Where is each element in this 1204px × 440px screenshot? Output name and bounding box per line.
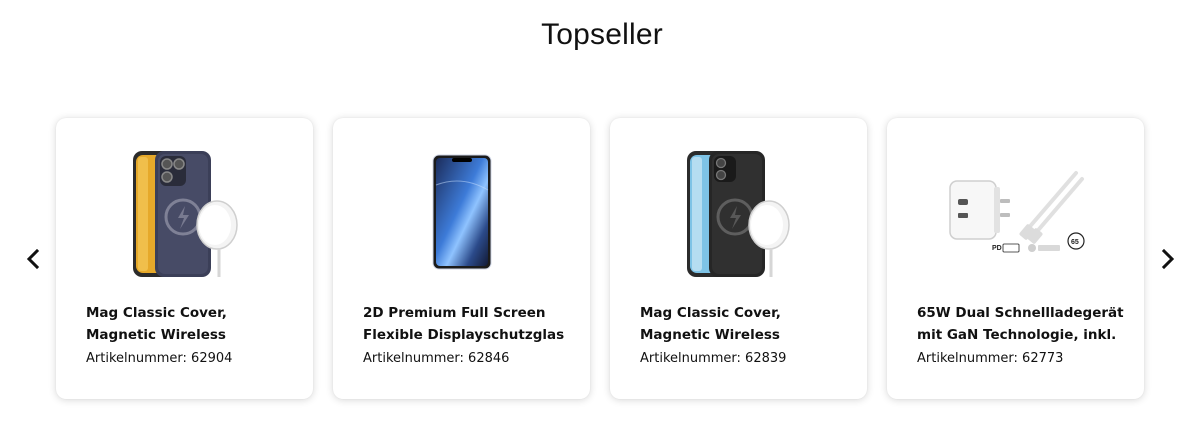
product-image [56,142,313,288]
product-card[interactable]: Mag Classic Cover, Magnetic Wireless Art… [610,118,867,399]
screen-protector-image [432,154,491,270]
pd-badge-text: PD [992,245,1002,252]
section-title: Topseller [541,18,663,51]
product-name-line1: Mag Classic Cover, [640,305,781,321]
product-image [610,142,867,288]
chevron-left-icon [26,248,40,270]
charger-image: PD 65 [948,171,1085,253]
product-card[interactable]: 2D Premium Full Screen Flexible Displays… [333,118,590,399]
product-name-line2: Magnetic Wireless [86,327,226,343]
product-sku: Artikelnummer: 62904 [86,351,233,366]
product-sku: Artikelnummer: 62846 [363,351,510,366]
phone-case-image [132,151,238,277]
product-name-line2: Flexible Displayschutzglas [363,327,565,343]
product-image: PD 65 [887,142,1144,288]
product-name-line2: Magnetic Wireless [640,327,780,343]
watt-badge-text: 65 [1071,239,1079,246]
product-card[interactable]: PD 65 65W Dual Schnellladegerät mit GaN … [887,118,1144,399]
product-name-line1: 65W Dual Schnellladegerät [917,305,1124,321]
chevron-right-icon [1161,248,1175,270]
product-name-line1: Mag Classic Cover, [86,305,227,321]
product-name-line2: mit GaN Technologie, inkl. [917,327,1117,343]
product-name-line1: 2D Premium Full Screen [363,305,546,321]
product-sku: Artikelnummer: 62773 [917,351,1064,366]
carousel-prev-button[interactable] [18,244,48,274]
product-card[interactable]: Mag Classic Cover, Magnetic Wireless Art… [56,118,313,399]
product-carousel: Mag Classic Cover, Magnetic Wireless Art… [56,118,1144,399]
product-image [333,142,590,288]
product-sku: Artikelnummer: 62839 [640,351,787,366]
phone-case-image [686,151,790,277]
carousel-next-button[interactable] [1153,244,1183,274]
